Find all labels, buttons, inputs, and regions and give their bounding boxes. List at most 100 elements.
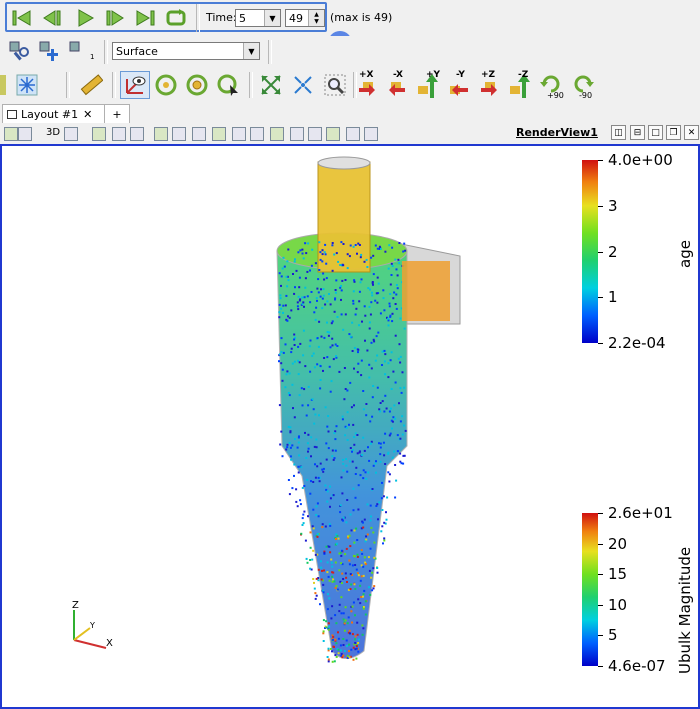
view-plus-z-button[interactable]: +Z (477, 70, 503, 100)
next-frame-button[interactable] (103, 6, 127, 30)
particle (282, 311, 284, 314)
particle (388, 244, 391, 247)
particle (299, 503, 302, 506)
particle (366, 266, 369, 268)
particle (342, 243, 345, 245)
add-source-button[interactable] (38, 40, 62, 64)
view-plus-x-button[interactable]: +X (355, 70, 381, 100)
step-button[interactable] (68, 40, 92, 64)
view-minus-z-button[interactable]: -Z (506, 70, 532, 100)
reset-center-button[interactable] (153, 72, 179, 98)
select-cells-icon[interactable] (92, 127, 106, 141)
split-horizontal-button[interactable]: ◫ (611, 125, 626, 140)
select-frustum-icon[interactable] (130, 127, 144, 141)
time-select[interactable]: 5 ▼ (235, 9, 281, 27)
query-icon[interactable] (326, 127, 340, 141)
time-index-spinbox[interactable]: 49 ▲ ▼ (285, 9, 325, 27)
maximize-button[interactable]: □ (648, 125, 663, 140)
interaction-mode-button[interactable] (120, 71, 150, 99)
clear-selection-icon[interactable] (364, 127, 378, 141)
hover-points-icon[interactable] (270, 127, 284, 141)
change-input-button[interactable] (8, 40, 32, 64)
particle (349, 588, 352, 590)
shrink-selection-icon[interactable] (232, 127, 246, 141)
loop-button[interactable] (164, 6, 188, 30)
find-data-icon[interactable] (250, 127, 264, 141)
particle (376, 386, 379, 389)
tab-layout-1[interactable]: Layout #1 ✕ (2, 104, 106, 123)
hover-cells-icon[interactable] (290, 127, 304, 141)
pick-center-button[interactable] (184, 72, 210, 98)
view-minus-y-button[interactable]: -Y (446, 70, 472, 100)
zoom-to-box-button[interactable] (322, 72, 348, 98)
particle (369, 504, 372, 507)
particle (361, 552, 364, 555)
rotate-minus-90-button[interactable]: -90 (569, 70, 597, 100)
last-frame-button[interactable] (133, 6, 157, 30)
particle (326, 331, 329, 333)
particle (399, 355, 402, 358)
minus-y-label: -Y (456, 70, 465, 80)
particle (340, 298, 342, 301)
close-icon: ✕ (687, 127, 696, 138)
particle (329, 551, 332, 554)
rotate-plus-label: +90 (547, 91, 564, 100)
restore-button[interactable]: ❐ (666, 125, 681, 140)
particle (337, 652, 340, 655)
spin-arrows-icon[interactable]: ▲ ▼ (308, 10, 324, 26)
representation-select[interactable]: Surface ▼ (112, 42, 260, 60)
snowflake-button[interactable] (14, 72, 40, 98)
select-through-icon[interactable] (308, 127, 322, 141)
particle (391, 265, 394, 267)
split-vertical-button[interactable]: ⊟ (630, 125, 645, 140)
view-minus-x-button[interactable]: -X (383, 70, 409, 100)
particle (328, 545, 331, 548)
particle (365, 538, 368, 541)
first-frame-button[interactable] (10, 6, 34, 30)
select-points-icon[interactable] (112, 127, 126, 141)
zoom-to-data-button[interactable] (290, 72, 316, 98)
toggle-3d-button[interactable]: 3D (46, 127, 60, 138)
interactive-select-icon[interactable] (172, 127, 186, 141)
previous-frame-button[interactable] (40, 6, 64, 30)
render-view[interactable]: 4.0e+00 3 2 1 2.2e-04 age 2.6e+01 20 15 10 5 4.6e… (0, 144, 700, 709)
particle (371, 571, 374, 574)
camera-redo-icon[interactable] (18, 127, 32, 141)
particle (366, 503, 369, 506)
particle (340, 649, 342, 652)
chevron-down-icon: ▼ (243, 43, 259, 59)
particle (334, 291, 337, 294)
particle (293, 360, 296, 363)
particle (305, 457, 308, 459)
particle (323, 551, 326, 554)
particle (302, 257, 305, 260)
ruler-button[interactable] (78, 72, 104, 98)
particle (380, 530, 383, 533)
view-plus-y-button[interactable]: +Y (414, 70, 440, 100)
particle (348, 643, 351, 646)
color-legend-button[interactable] (0, 72, 10, 98)
particle (349, 447, 352, 449)
close-view-button[interactable]: ✕ (684, 125, 699, 140)
select-polygon-icon[interactable] (192, 127, 206, 141)
particle (390, 274, 393, 276)
link-icon[interactable] (346, 127, 360, 141)
particle (373, 585, 376, 588)
show-center-button[interactable] (215, 72, 241, 98)
rotate-plus-90-button[interactable]: +90 (537, 70, 565, 100)
particle (312, 527, 315, 530)
particle (337, 637, 340, 640)
capture-screenshot-icon[interactable] (64, 127, 78, 141)
tab-add[interactable]: + (104, 104, 130, 123)
render-view-title[interactable]: RenderView1 (516, 126, 598, 139)
particle (340, 285, 342, 287)
particle (314, 413, 317, 416)
play-button[interactable] (73, 6, 97, 30)
particle (327, 658, 330, 661)
reset-camera-button[interactable] (258, 72, 284, 98)
grow-selection-icon[interactable] (212, 127, 226, 141)
particle (310, 291, 313, 293)
select-block-icon[interactable] (154, 127, 168, 141)
close-icon[interactable]: ✕ (83, 108, 92, 121)
camera-undo-icon[interactable] (4, 127, 18, 141)
